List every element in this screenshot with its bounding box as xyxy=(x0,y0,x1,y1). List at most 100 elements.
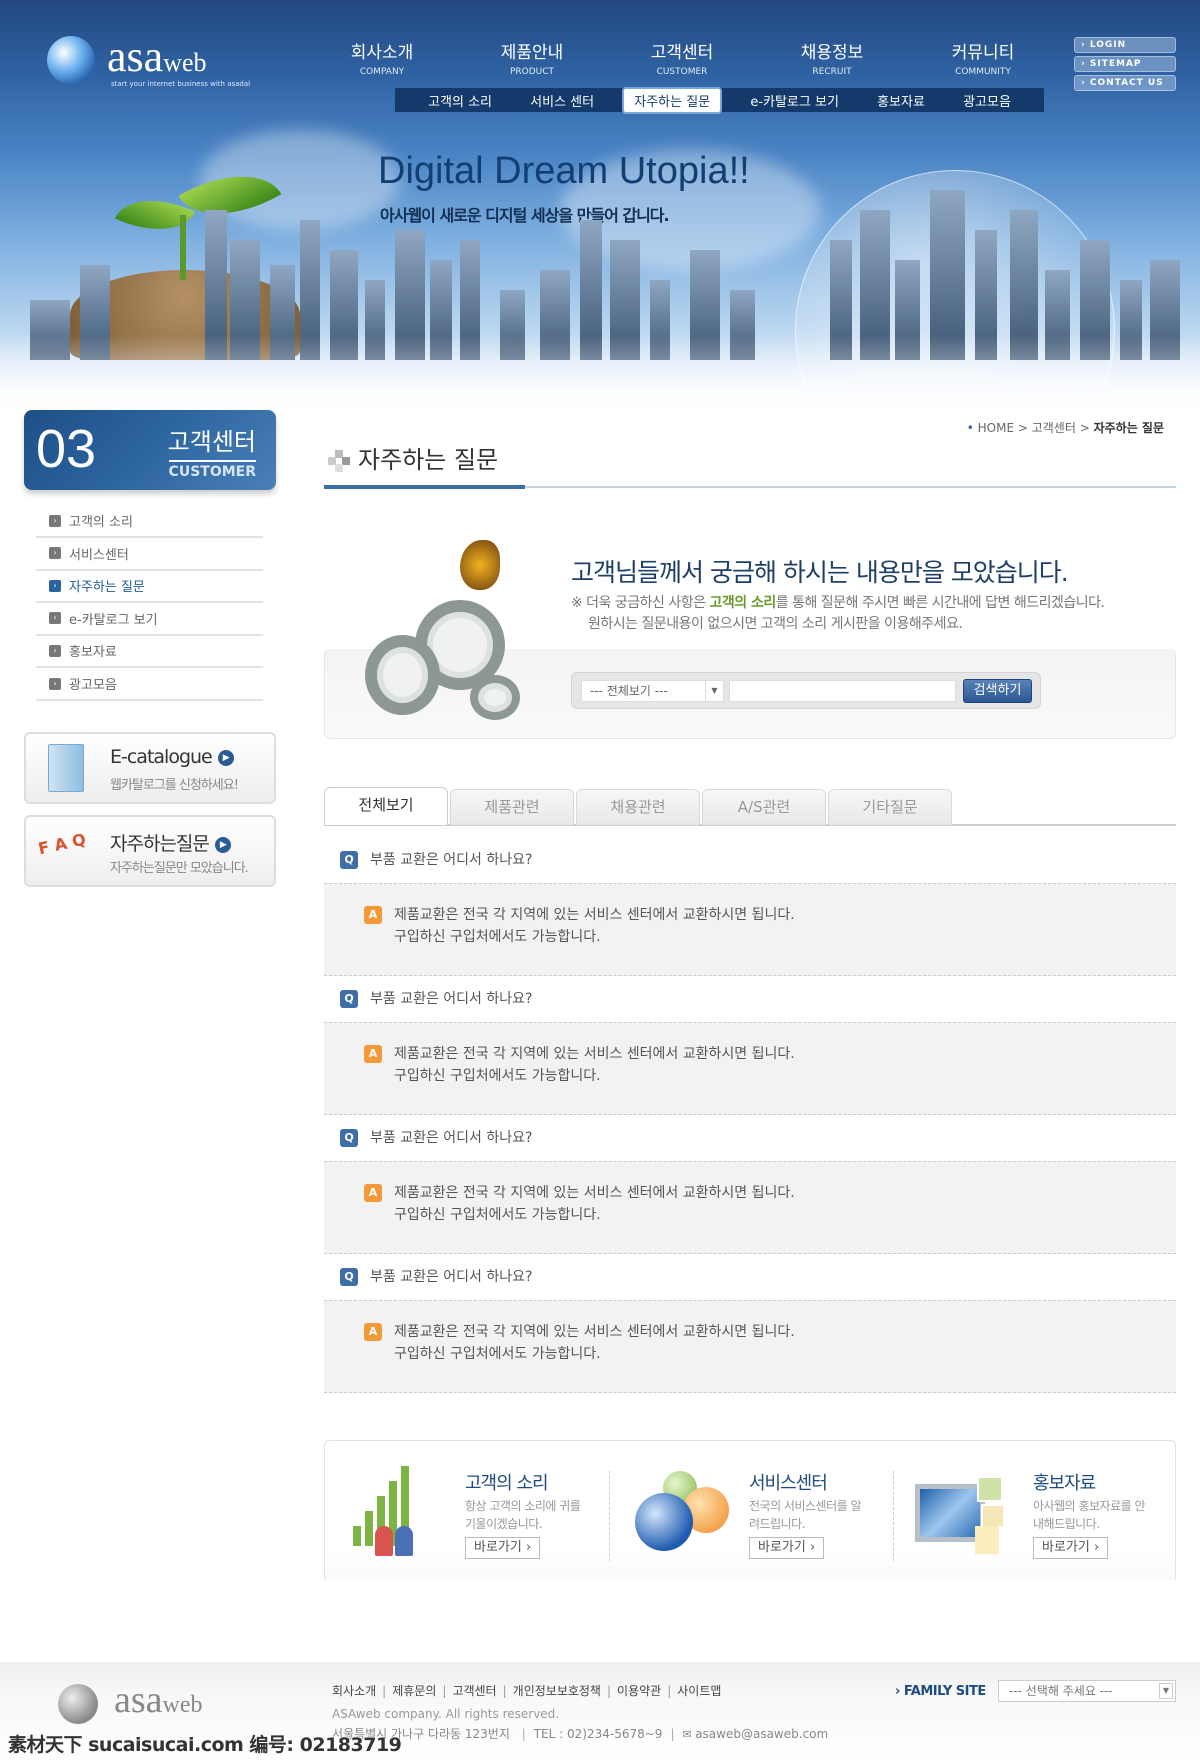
arrow-right-icon: ▶ xyxy=(217,749,234,766)
logo[interactable]: asaweb start your internet business with… xyxy=(47,32,257,92)
banner-desc: 전국의 서비스센터를 알려드립니다. xyxy=(749,1499,862,1531)
family-site-label: › FAMILY SITE xyxy=(895,1684,986,1699)
tab[interactable]: 채용관련 xyxy=(576,789,700,825)
spheres-icon xyxy=(635,1471,735,1561)
at-sign-icon xyxy=(365,635,440,715)
question-badge-icon: Q xyxy=(340,1268,358,1286)
subnav-item[interactable]: 고객의 소리 xyxy=(418,89,502,112)
arrow-bullet-icon: › xyxy=(49,514,61,527)
footer-link[interactable]: 사이트맵 xyxy=(677,1684,721,1698)
nav-label: 회사소개 xyxy=(350,43,414,63)
go-button[interactable]: 바로가기 › xyxy=(1033,1537,1109,1559)
logo-tagline: start your internet business with asadal xyxy=(111,80,251,88)
promo-e-catalogue[interactable]: E-catalogue ▶ 웹카탈로그를 신청하세요! xyxy=(24,732,276,804)
sitemap-button[interactable]: › SITEMAP xyxy=(1074,56,1176,72)
contact-us-button[interactable]: › CONTACT US xyxy=(1074,75,1176,91)
nav-sublabel: COMPANY xyxy=(359,67,405,77)
intro-heading: 고객님들께서 궁금해 하시는 내용만을 모았습니다. xyxy=(571,558,1069,587)
footer-link[interactable]: 이용약관 xyxy=(617,1684,661,1698)
sidebar-item[interactable]: › 광고모음 xyxy=(36,668,263,701)
address: 서울특별시 가나구 다라동 123번지 | TEL : 02)234-5678~9… xyxy=(332,1727,829,1741)
nav-label: 제품안내 xyxy=(500,43,564,63)
category-select[interactable]: --- 전체보기 --- ▼ xyxy=(581,680,724,702)
breadcrumb-section[interactable]: 고객센터 xyxy=(1032,421,1076,435)
arrow-bullet-icon: › xyxy=(49,579,61,592)
email-at-butterfly-image xyxy=(360,540,535,725)
promo-faq[interactable]: F A Q 자주하는질문 ▶ 자주하는질문만 모았습니다. xyxy=(24,815,276,887)
search-button[interactable]: 검색하기 xyxy=(963,679,1032,703)
nav-company[interactable]: 회사소개 COMPANY xyxy=(322,38,442,77)
separator: | xyxy=(502,1684,507,1698)
family-site-select[interactable]: --- 선택해 주세요 --- ▼ xyxy=(998,1680,1176,1702)
nav-product[interactable]: 제품안내 PRODUCT xyxy=(472,38,592,77)
breadcrumb-current: 자주하는 질문 xyxy=(1093,421,1164,435)
globe-logo-icon xyxy=(58,1684,98,1724)
nav-sublabel: CUSTOMER xyxy=(656,67,708,77)
mail-icon: ✉ xyxy=(682,1728,696,1741)
answer-badge-icon: A xyxy=(364,1184,382,1202)
chevron-down-icon: ▼ xyxy=(705,681,723,701)
nav-customer[interactable]: 고객센터 CUSTOMER xyxy=(622,38,742,77)
tab[interactable]: 전체보기 xyxy=(324,787,448,825)
faq-question[interactable]: Q 부품 교환은 어디서 하나요? xyxy=(340,849,532,869)
go-button[interactable]: 바로가기 › xyxy=(465,1537,541,1559)
email-link[interactable]: asaweb@asaweb.com xyxy=(695,1727,828,1741)
sidebar-item[interactable]: › 자주하는 질문 xyxy=(36,570,263,604)
header-banner: asaweb start your internet business with… xyxy=(0,0,1200,490)
promo-title: 자주하는질문 ▶ xyxy=(110,829,231,856)
section-title: 고객센터 xyxy=(167,428,256,456)
faq-answer: A 제품교환은 전국 각 지역에 있는 서비스 센터에서 교환하시면 됩니다. 구입… xyxy=(324,1022,1176,1115)
answer-badge-icon: A xyxy=(364,1045,382,1063)
sidebar-item[interactable]: › 홍보자료 xyxy=(36,635,263,669)
banner-desc: 항상 고객의 소리에 귀를 기울이겠습니다. xyxy=(465,1499,581,1531)
separator: | xyxy=(382,1684,387,1698)
sidebar-item[interactable]: › 고객의 소리 xyxy=(36,505,263,538)
nav-community[interactable]: 커뮤니티 COMMUNITY xyxy=(923,38,1043,77)
promo-title: E-catalogue ▶ xyxy=(110,746,234,768)
breadcrumb-home[interactable]: HOME xyxy=(978,421,1014,435)
tab[interactable]: A/S관련 xyxy=(702,789,826,825)
hero-title: Digital Dream Utopia!! xyxy=(378,150,750,192)
section-subtitle: CUSTOMER xyxy=(168,460,256,480)
faq-question[interactable]: Q 부품 교환은 어디서 하나요? xyxy=(340,1127,532,1147)
answer-line: A 제품교환은 전국 각 지역에 있는 서비스 센터에서 교환하시면 됩니다. xyxy=(364,1182,795,1202)
subnav-item[interactable]: 광고모음 xyxy=(953,89,1021,112)
faq-answer: A 제품교환은 전국 각 지역에 있는 서비스 센터에서 교환하시면 됩니다. 구입… xyxy=(324,883,1176,976)
nav-recruit[interactable]: 채용정보 RECRUIT xyxy=(772,38,892,77)
subnav-item[interactable]: 자주하는 질문 xyxy=(622,86,723,114)
footer-link[interactable]: 고객센터 xyxy=(452,1684,496,1698)
search-input[interactable] xyxy=(729,680,956,702)
subnav-item[interactable]: 홍보자료 xyxy=(867,89,935,112)
breadcrumb: • HOME > 고객센터 > 자주하는 질문 xyxy=(966,421,1164,435)
login-button[interactable]: › LOGIN xyxy=(1074,37,1176,53)
faq-question[interactable]: Q 부품 교환은 어디서 하나요? xyxy=(340,988,532,1008)
answer-badge-icon: A xyxy=(364,1323,382,1341)
faq-question[interactable]: Q 부품 교환은 어디서 하나요? xyxy=(340,1266,532,1286)
arrow-right-icon: ▶ xyxy=(214,836,231,853)
chevron-down-icon: ▼ xyxy=(1159,1683,1173,1699)
arrow-bullet-icon: › xyxy=(49,547,61,560)
footer-link[interactable]: 회사소개 xyxy=(332,1684,376,1698)
tab[interactable]: 제품관련 xyxy=(450,789,574,825)
banner-service-center: 서비스센터 전국의 서비스센터를 알려드립니다. 바로가기 › xyxy=(609,1441,893,1581)
hero-subtitle: 아사웹이 새로운 디지털 세상을 만들어 갑니다. xyxy=(380,206,670,225)
subnav-item[interactable]: 서비스 센터 xyxy=(520,89,604,112)
footer-link[interactable]: 개인정보보호정책 xyxy=(513,1684,601,1698)
customer-voice-link[interactable]: 고객의 소리 xyxy=(709,595,776,611)
separator: | xyxy=(667,1684,672,1698)
go-button[interactable]: 바로가기 › xyxy=(749,1537,825,1559)
promo-desc: 웹카탈로그를 신청하세요! xyxy=(110,778,239,793)
tab[interactable]: 기타질문 xyxy=(828,789,952,825)
arrow-bullet-icon: › xyxy=(49,644,61,657)
faq-answer: A 제품교환은 전국 각 지역에 있는 서비스 센터에서 교환하시면 됩니다. 구입… xyxy=(324,1300,1176,1393)
sidebar-item[interactable]: › e-카탈로그 보기 xyxy=(36,603,263,636)
sidebar-item[interactable]: › 서비스센터 xyxy=(36,538,263,571)
nav-sublabel: RECRUIT xyxy=(812,67,852,77)
answer-line: A 제품교환은 전국 각 지역에 있는 서비스 센터에서 교환하시면 됩니다. xyxy=(364,1321,795,1341)
answer-line: 구입하신 구입처에서도 가능합니다. xyxy=(394,1346,601,1362)
sidebar-section-header: 03 고객센터 CUSTOMER xyxy=(24,410,276,490)
subnav-item[interactable]: e-카탈로그 보기 xyxy=(740,89,849,112)
banner-title: 고객의 소리 xyxy=(465,1473,549,1494)
footer-link[interactable]: 제휴문의 xyxy=(392,1684,436,1698)
bar-chart-people-icon xyxy=(353,1466,433,1556)
